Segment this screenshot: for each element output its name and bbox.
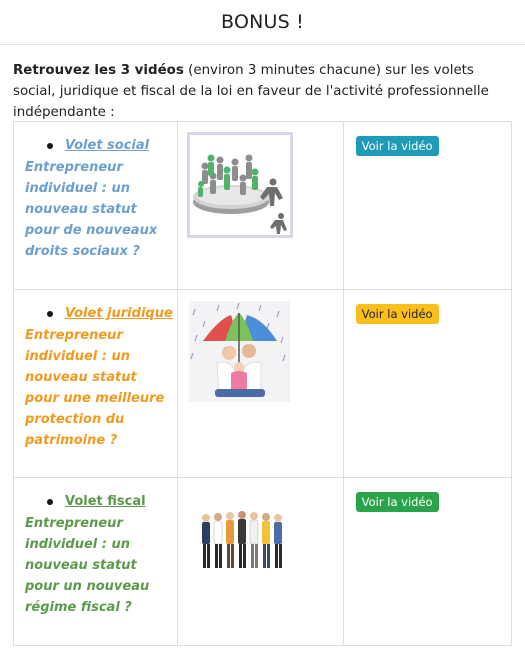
- people-network-icon: [186, 132, 293, 238]
- video-description: Entrepreneur individuel : un nouveau sta…: [25, 328, 165, 448]
- video-row-social: Volet social Entrepreneur individuel : u…: [13, 121, 513, 290]
- bullet-icon: [47, 499, 53, 505]
- video-image-cell: [176, 121, 344, 290]
- voir-video-juridique-button[interactable]: Voir la vidéo: [355, 304, 439, 324]
- intro-bold: Retrouvez les 3 vidéos: [13, 63, 184, 78]
- link-volet-social[interactable]: Volet social: [65, 136, 149, 155]
- video-button-cell: Voir la vidéo: [342, 477, 513, 646]
- link-volet-juridique[interactable]: Volet juridique: [65, 304, 173, 323]
- video-text-cell: Volet juridique Entrepreneur individuel …: [13, 289, 178, 478]
- video-row-juridique: Volet juridique Entrepreneur individuel …: [13, 289, 513, 478]
- bullet-icon: [47, 311, 53, 317]
- page-header: BONUS !: [0, 0, 525, 45]
- voir-video-fiscal-button[interactable]: Voir la vidéo: [355, 492, 439, 512]
- link-volet-fiscal[interactable]: Volet fiscal: [65, 492, 146, 511]
- video-row-fiscal: Volet fiscal Entrepreneur individuel : u…: [13, 477, 513, 646]
- intro-paragraph: Retrouvez les 3 vidéos (environ 3 minute…: [13, 60, 513, 123]
- video-button-cell: Voir la vidéo: [342, 121, 513, 290]
- video-description: Entrepreneur individuel : un nouveau sta…: [25, 516, 150, 615]
- page-title: BONUS !: [221, 11, 304, 33]
- bullet-icon: [47, 143, 53, 149]
- voir-video-social-button[interactable]: Voir la vidéo: [355, 136, 439, 156]
- video-text-cell: Volet social Entrepreneur individuel : u…: [13, 121, 178, 290]
- videos-table: Volet social Entrepreneur individuel : u…: [13, 121, 513, 646]
- workers-group-icon: [195, 510, 288, 572]
- video-description: Entrepreneur individuel : un nouveau sta…: [25, 160, 158, 259]
- family-umbrella-icon: [188, 301, 290, 402]
- video-text-cell: Volet fiscal Entrepreneur individuel : u…: [13, 477, 178, 646]
- video-image-cell: [176, 477, 344, 646]
- video-image-cell: [176, 289, 344, 478]
- video-button-cell: Voir la vidéo: [342, 289, 513, 478]
